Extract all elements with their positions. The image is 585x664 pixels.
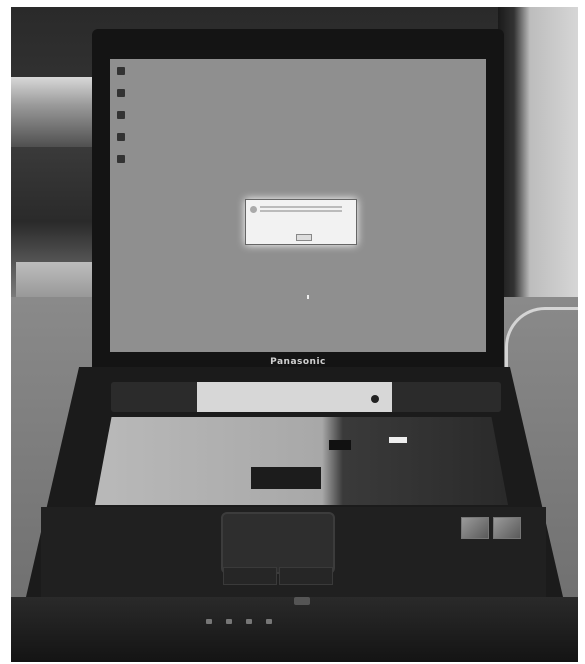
dialog-text-line [260,210,342,212]
laptop-lid: Panasonic [92,29,504,384]
info-icon [250,206,257,213]
mouse-cursor [307,295,309,299]
touchpad-buttons [223,567,333,585]
status-led [246,619,252,624]
desktop-icon [114,155,128,164]
desktop-icon [114,133,128,142]
background-door [498,7,578,297]
laptop-screen [110,59,486,352]
sticker [461,517,489,539]
connector-label [389,437,407,443]
front-edge [11,597,578,662]
power-button [371,395,379,403]
dialog-title [246,200,356,204]
status-led [226,619,232,624]
status-led [206,619,212,624]
dialog-box [245,199,357,245]
desktop-icon [114,111,128,120]
dialog-ok-button [296,234,312,241]
keyboard-connector-small [329,440,351,450]
dialog-text-line [260,206,342,208]
desktop-icon [114,89,128,98]
lid-latch [294,597,310,605]
touchpad [221,512,335,574]
sticker [493,517,521,539]
desktop-icon [114,67,128,76]
keyboard-connector [251,467,321,489]
touchpad-right-button [279,567,333,585]
status-led [266,619,272,624]
laptop-photo: Panasonic [11,7,578,662]
background-shelf [11,77,101,147]
brand-logo: Panasonic [270,357,326,367]
keyboard-bay [95,417,508,505]
touchpad-left-button [223,567,277,585]
hinge-panel [111,382,501,412]
